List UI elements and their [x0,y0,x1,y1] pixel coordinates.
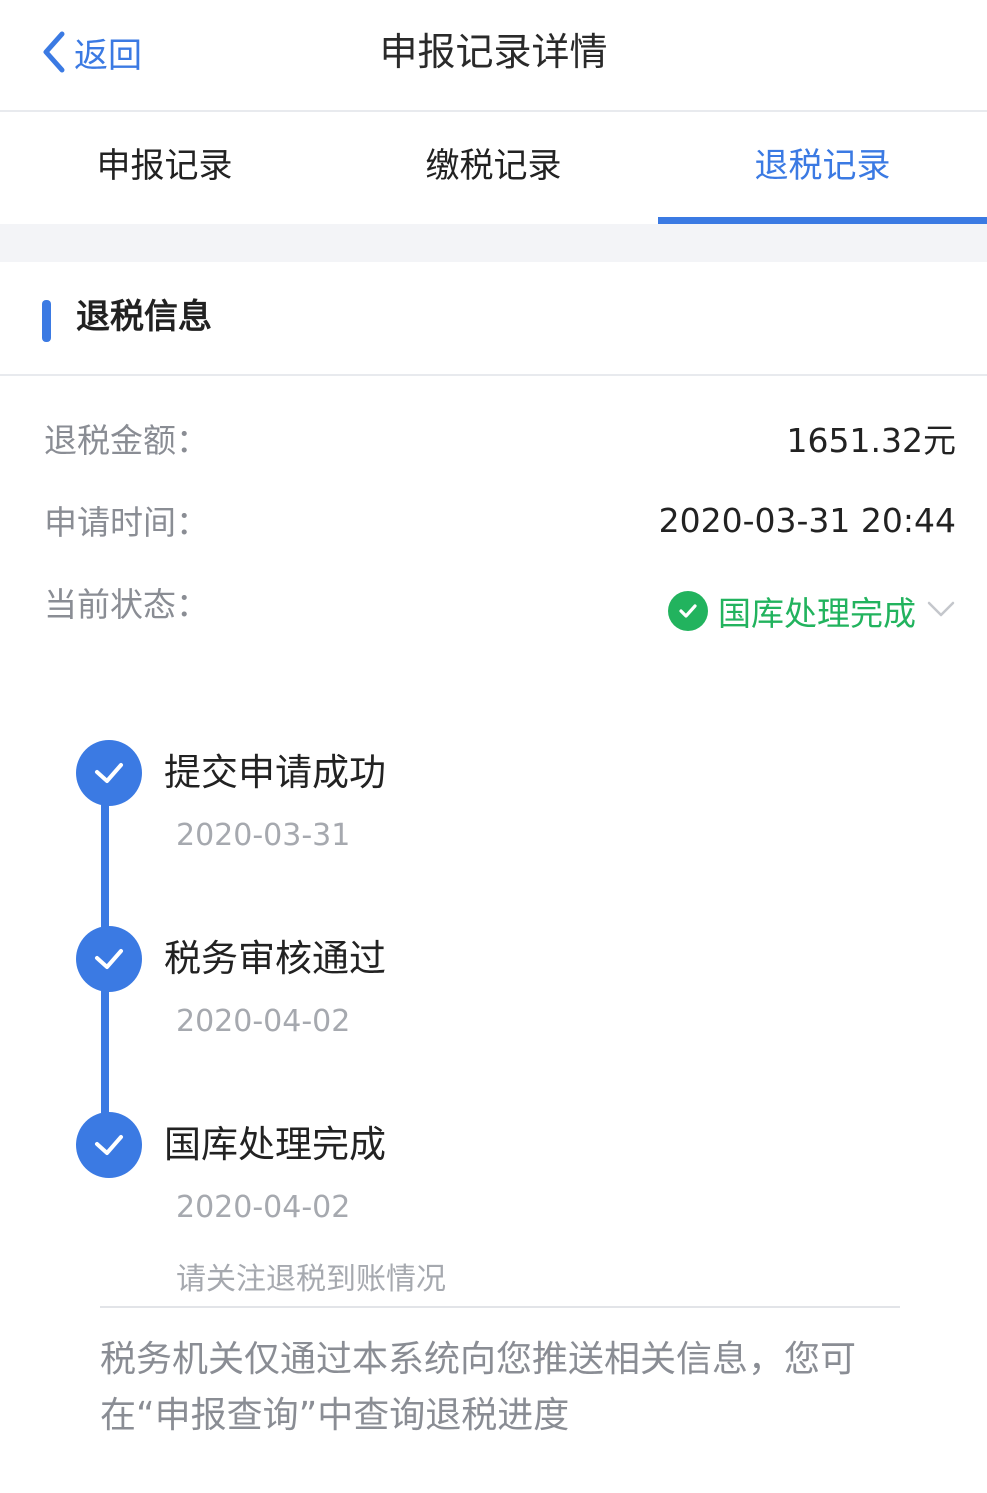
section-gap [0,224,987,262]
tab-declaration-records[interactable]: 申报记录 [0,112,329,224]
tab-payment-records[interactable]: 缴税记录 [329,112,658,224]
current-status-label: 当前状态： [44,585,209,624]
step-date: 2020-04-02 [176,1004,351,1039]
apply-time-value: 2020-03-31 20:44 [658,500,956,540]
refund-amount-row: 退税金额： 1651.32元 [44,408,956,468]
chevron-down-icon [926,599,956,623]
status-toggle[interactable]: 国库处理完成 [668,587,956,635]
step-title: 国库处理完成 [164,1123,386,1166]
apply-time-row: 申请时间： 2020-03-31 20:44 [44,490,956,550]
check-icon [76,740,142,806]
tab-refund-records[interactable]: 退税记录 [658,112,987,224]
step-note: 请关注退税到账情况 [176,1262,446,1297]
notice-divider [100,1306,900,1308]
section-accent-bar [42,300,51,342]
top-bar: 返回 申报记录详情 [0,0,987,112]
apply-time-label: 申请时间： [44,503,209,542]
tab-bar: 申报记录 缴税记录 退税记录 [0,112,987,224]
step-title: 税务审核通过 [164,937,386,980]
check-circle-icon [668,591,708,631]
check-icon [76,1112,142,1178]
step-title: 提交申请成功 [164,751,386,794]
refund-amount-label: 退税金额： [44,421,209,460]
step-date: 2020-03-31 [176,818,351,853]
section-title: 退税信息 [76,297,212,337]
section-header: 退税信息 [0,262,987,376]
page-title: 申报记录详情 [379,30,608,74]
status-value: 国库处理完成 [718,594,916,633]
refund-amount-value: 1651.32元 [786,421,956,460]
notice-text: 税务机关仅通过本系统向您推送相关信息，您可在“申报查询”中查询退税进度 [100,1339,857,1436]
check-icon [76,926,142,992]
step-date: 2020-04-02 [176,1190,351,1225]
current-status-row: 当前状态： 国库处理完成 [44,572,956,635]
